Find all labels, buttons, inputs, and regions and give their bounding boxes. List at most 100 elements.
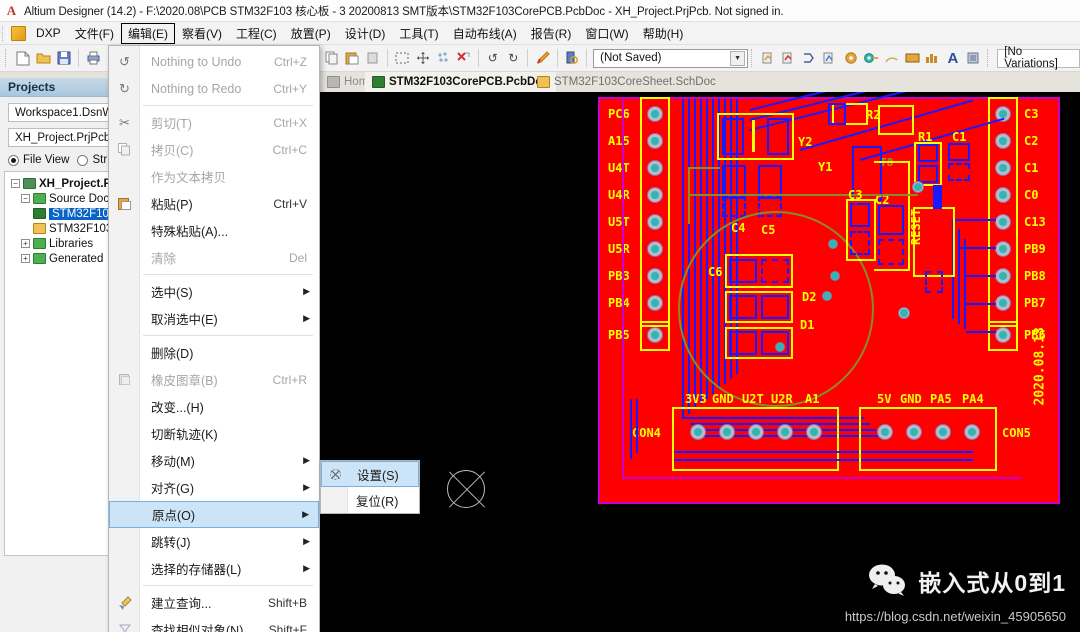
menu-item-select[interactable]: 选中(S) ▶	[109, 278, 319, 305]
menu-item-deselect-label: 取消选中(E)	[151, 313, 218, 327]
blank-icon	[115, 451, 134, 470]
chevron-down-icon[interactable]: ▼	[730, 50, 746, 66]
print-icon[interactable]	[84, 48, 102, 68]
menu-window[interactable]: 窗口(W)	[578, 23, 635, 44]
submenu-item-set-origin[interactable]: 设置(S)	[321, 461, 419, 487]
pcb-pad	[995, 241, 1011, 257]
origin-submenu[interactable]: 设置(S) 复位(R)	[320, 460, 420, 514]
radio-file-view[interactable]	[8, 154, 19, 166]
place-string-icon[interactable]: A	[944, 48, 962, 68]
menu-item-jump[interactable]: 跳转(J) ▶	[109, 528, 319, 555]
select-area-icon[interactable]	[393, 48, 411, 68]
pcb-pin-name: U2R	[771, 392, 793, 406]
place-track-icon[interactable]	[760, 48, 778, 68]
menu-item-memory[interactable]: 选择的存储器(L) ▶	[109, 555, 319, 582]
toolbar-grip-2[interactable]	[751, 49, 756, 67]
menu-item-align[interactable]: 对齐(G) ▶	[109, 474, 319, 501]
menu-item-build-query[interactable]: 建立查询... Shift+B	[109, 589, 319, 616]
menu-reports[interactable]: 报告(R)	[524, 23, 579, 44]
menu-autoroute[interactable]: 自动布线(A)	[446, 23, 524, 44]
place-arc-icon[interactable]	[882, 48, 900, 68]
menu-item-find-similar-objects[interactable]: 查找相似对象(N) Shift+F	[109, 616, 319, 632]
menubar-grip[interactable]	[2, 25, 8, 41]
menu-item-slice-tracks[interactable]: 切断轨迹(K)	[109, 420, 319, 447]
menu-item-copy-as-text[interactable]: 作为文本拷贝	[109, 163, 319, 190]
toolbar-separator-4	[477, 49, 479, 67]
radio-structure-editor[interactable]	[77, 154, 89, 166]
menu-item-paste[interactable]: 粘贴(P) Ctrl+V	[109, 190, 319, 217]
pcb-board[interactable]: PC6 A15 U4T U4R U5T U5R PB3 PB4 PB5 C3 C…	[598, 92, 1060, 504]
place-component-icon[interactable]	[964, 48, 982, 68]
place-route-icon[interactable]	[780, 48, 798, 68]
menu-item-change[interactable]: 改变...(H)	[109, 393, 319, 420]
menu-item-rubber-stamp[interactable]: 橡皮图章(B) Ctrl+R	[109, 366, 319, 393]
blank-icon	[115, 424, 134, 443]
menu-item-deselect[interactable]: 取消选中(E) ▶	[109, 305, 319, 332]
menu-design[interactable]: 设计(D)	[338, 23, 393, 44]
variations-field[interactable]: [No Variations]	[997, 46, 1080, 70]
pcb-trace	[688, 99, 690, 414]
pcb-trace	[682, 99, 684, 419]
menu-item-cut-label: 剪切(T)	[151, 117, 192, 131]
rubber-stamp-icon[interactable]	[364, 48, 382, 68]
expander-plus-icon[interactable]: +	[21, 239, 30, 248]
menu-item-clear[interactable]: 清除 Del	[109, 244, 319, 271]
menu-help[interactable]: 帮助(H)	[636, 23, 691, 44]
move-selection-icon[interactable]	[413, 48, 431, 68]
menu-item-redo[interactable]: ↻ Nothing to Redo Ctrl+Y	[109, 75, 319, 102]
menu-item-origin[interactable]: 原点(O) ▶	[109, 501, 319, 528]
menu-view[interactable]: 察看(V)	[175, 23, 229, 44]
menu-item-cut[interactable]: ✂ 剪切(T) Ctrl+X	[109, 109, 319, 136]
menu-item-paste-special[interactable]: 特殊粘贴(A)...	[109, 217, 319, 244]
right-pin-outline	[988, 97, 1018, 327]
paste-icon[interactable]	[343, 48, 361, 68]
save-document-icon[interactable]	[55, 48, 73, 68]
menu-item-move[interactable]: 移动(M) ▶	[109, 447, 319, 474]
place-fill-icon[interactable]	[903, 48, 921, 68]
tab-schematic-document[interactable]: STM32F103CoreSheet.SchDoc	[530, 72, 723, 92]
watermark: 嵌入式从0到1	[868, 564, 1066, 598]
menu-file[interactable]: 文件(F)	[68, 23, 121, 44]
dxp-icon[interactable]	[11, 25, 26, 41]
menu-item-copy[interactable]: 拷贝(C) Ctrl+C	[109, 136, 319, 163]
altium-a-icon: A	[6, 2, 17, 18]
submenu-item-reset-origin[interactable]: 复位(R)	[321, 487, 419, 513]
cross-probe-icon[interactable]	[533, 48, 551, 68]
blank-icon	[115, 221, 134, 240]
edit-dropdown-menu[interactable]: ↺ Nothing to Undo Ctrl+Z ↻ Nothing to Re…	[108, 45, 320, 632]
copy-icon[interactable]	[323, 48, 341, 68]
pcb-pad	[647, 160, 663, 176]
expander-minus-icon[interactable]: −	[11, 179, 20, 188]
tab-sch-label: STM32F103CoreSheet.SchDoc	[554, 76, 716, 88]
saved-state-combo[interactable]: (Not Saved) ▼	[593, 48, 749, 68]
menu-tools[interactable]: 工具(T)	[392, 23, 445, 44]
undo-icon: ↺	[119, 53, 130, 69]
menu-dxp[interactable]: DXP	[29, 24, 68, 42]
interactive-route-icon[interactable]	[801, 48, 819, 68]
redo-icon[interactable]: ↻	[504, 48, 522, 68]
menu-edit[interactable]: 编辑(E)	[121, 22, 176, 44]
menu-item-undo[interactable]: ↺ Nothing to Undo Ctrl+Z	[109, 48, 319, 75]
pcb-pad	[995, 295, 1011, 311]
clear-selection-icon[interactable]	[454, 48, 472, 68]
undo-icon[interactable]: ↺	[484, 48, 502, 68]
altium-designer-window: A Altium Designer (14.2) - F:\2020.08\PC…	[0, 0, 1080, 632]
menu-item-align-label: 对齐(G)	[151, 482, 195, 496]
expander-plus-icon[interactable]: +	[21, 254, 30, 263]
expander-minus-icon[interactable]: −	[21, 194, 30, 203]
place-via-icon[interactable]	[862, 48, 880, 68]
menu-place[interactable]: 放置(P)	[284, 23, 338, 44]
deselect-icon[interactable]	[434, 48, 452, 68]
tab-pcb-document[interactable]: STM32F103CorePCB.PcbDoc	[365, 72, 556, 92]
pcb-pad	[995, 268, 1011, 284]
browse-components-icon[interactable]	[563, 48, 581, 68]
differential-pair-route-icon[interactable]	[821, 48, 839, 68]
toolbar-grip-3[interactable]	[986, 49, 992, 67]
menu-item-delete[interactable]: 删除(D)	[109, 339, 319, 366]
menu-project[interactable]: 工程(C)	[229, 23, 284, 44]
place-polygon-icon[interactable]	[923, 48, 941, 68]
new-document-icon[interactable]	[14, 48, 32, 68]
open-document-icon[interactable]	[34, 48, 52, 68]
place-pad-icon[interactable]	[842, 48, 860, 68]
toolbar-grip-1[interactable]	[5, 49, 10, 67]
